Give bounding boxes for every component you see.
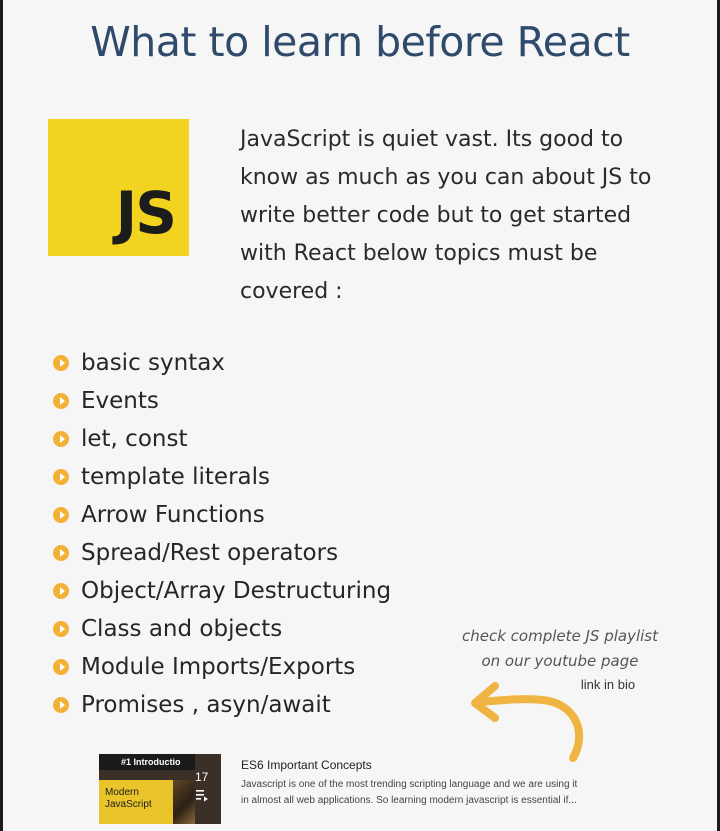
topic-label: Spread/Rest operators <box>81 540 339 566</box>
intro-line: JavaScript is quiet vast. Its good to <box>240 127 624 152</box>
curved-arrow-icon <box>471 682 584 762</box>
description-line: Javascript is one of the most trending s… <box>241 779 578 790</box>
intro-line: know as much as you can about JS to <box>240 165 652 190</box>
post-card: What to learn before React JS JavaScript… <box>3 0 717 831</box>
list-item: Object/Array Destructuring <box>53 572 391 610</box>
topic-label: basic syntax <box>81 350 225 376</box>
list-item: Events <box>53 382 391 420</box>
topic-label: Module Imports/Exports <box>81 654 356 680</box>
list-item: Module Imports/Exports <box>53 648 391 686</box>
playlist-icon <box>196 790 208 802</box>
intro-line: covered : <box>240 279 343 304</box>
playlist-title[interactable]: ES6 Important Concepts <box>241 758 372 772</box>
topic-label: Class and objects <box>81 616 283 642</box>
list-item: template literals <box>53 458 391 496</box>
playlist-note: check complete JS playlist on our youtub… <box>440 624 680 674</box>
topic-label: Arrow Functions <box>81 502 265 528</box>
topic-list: basic syntax Events let, const template … <box>53 344 391 724</box>
intro-text: JavaScript is quiet vast. Its good to kn… <box>240 121 690 311</box>
list-item: Spread/Rest operators <box>53 534 391 572</box>
thumbnail-label: #1 Introductio <box>99 754 195 770</box>
js-logo: JS <box>48 119 189 256</box>
js-logo-text: JS <box>115 179 177 247</box>
play-bullet-icon <box>53 469 69 485</box>
intro-line: write better code but to get started <box>240 203 632 228</box>
description-line: in almost all web applications. So learn… <box>241 795 577 806</box>
topic-label: Promises , asyn/await <box>81 692 331 718</box>
intro-line: with React below topics must be <box>240 241 598 266</box>
list-item: Promises , asyn/await <box>53 686 391 724</box>
note-line: check complete JS playlist <box>461 627 659 645</box>
video-count: 17 <box>195 770 209 784</box>
play-bullet-icon <box>53 583 69 599</box>
play-bullet-icon <box>53 697 69 713</box>
play-bullet-icon <box>53 507 69 523</box>
topic-label: let, const <box>81 426 188 452</box>
thumbnail-subtitle-line: JavaScript <box>105 799 152 810</box>
topic-label: Object/Array Destructuring <box>81 578 392 604</box>
playlist-description: Javascript is one of the most trending s… <box>241 777 681 809</box>
topic-label: template literals <box>81 464 271 490</box>
play-bullet-icon <box>53 431 69 447</box>
topic-label: Events <box>81 388 159 414</box>
playlist-thumbnail[interactable]: #1 Introductio Modern JavaScript 17 <box>99 754 221 824</box>
list-item: Class and objects <box>53 610 391 648</box>
list-item: let, const <box>53 420 391 458</box>
play-bullet-icon <box>53 621 69 637</box>
play-bullet-icon <box>53 545 69 561</box>
note-line: on our youtube page <box>481 652 639 670</box>
thumbnail-subtitle: Modern JavaScript <box>99 780 173 824</box>
play-bullet-icon <box>53 659 69 675</box>
page-title: What to learn before React <box>90 18 630 66</box>
list-item: basic syntax <box>53 344 391 382</box>
play-bullet-icon <box>53 355 69 371</box>
thumbnail-subtitle-line: Modern <box>105 787 139 798</box>
list-item: Arrow Functions <box>53 496 391 534</box>
play-bullet-icon <box>53 393 69 409</box>
